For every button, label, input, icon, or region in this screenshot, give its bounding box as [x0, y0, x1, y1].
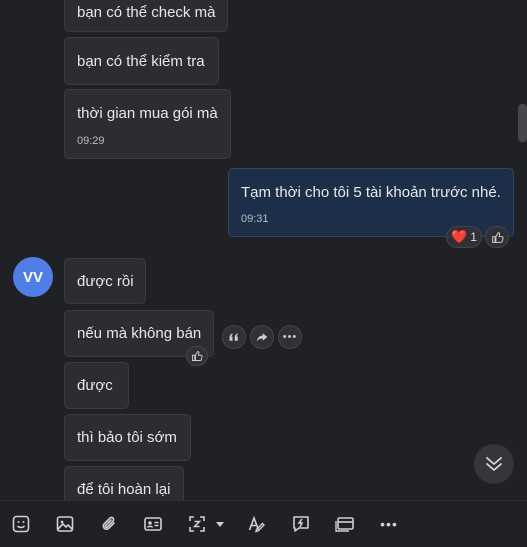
- heart-reaction[interactable]: ❤️ 1: [446, 226, 482, 248]
- text-format-icon: [247, 514, 267, 534]
- like-button[interactable]: [485, 226, 509, 248]
- scrollbar[interactable]: [518, 104, 527, 142]
- message-text: được rồi: [77, 273, 134, 290]
- heart-icon: ❤️: [451, 229, 468, 244]
- chat-area: bạn có thể check mà bạn có thể kiểm tra …: [0, 0, 527, 500]
- message-bubble[interactable]: thời gian mua gói mà 09:29: [64, 89, 231, 159]
- double-chevron-down-icon: [483, 453, 505, 475]
- attach-button[interactable]: [97, 512, 121, 536]
- message-text: được: [77, 377, 113, 394]
- message-text: Tạm thời cho tôi 5 tài khoản trước nhé.: [241, 184, 501, 201]
- message-bubble[interactable]: để tôi hoàn lại: [64, 466, 184, 500]
- sticker-button[interactable]: [9, 512, 33, 536]
- screenshot-button[interactable]: [185, 512, 209, 536]
- more-actions-button[interactable]: •••: [278, 325, 302, 349]
- paperclip-icon: [99, 514, 119, 534]
- composer-toolbar: •••: [0, 500, 527, 547]
- image-button[interactable]: [53, 512, 77, 536]
- message-bubble[interactable]: được rồi: [64, 258, 146, 304]
- message-text: thì bảo tôi sớm: [77, 429, 177, 446]
- contact-card-icon: [143, 514, 163, 534]
- text-format-button[interactable]: [245, 512, 269, 536]
- contact-card-button[interactable]: [141, 512, 165, 536]
- message-bubble[interactable]: bạn có thể kiểm tra: [64, 37, 219, 85]
- more-icon: •••: [380, 516, 398, 532]
- message-text: nếu mà không bán: [77, 325, 202, 342]
- avatar-initials: VV: [22, 268, 43, 286]
- forward-icon: [256, 331, 268, 343]
- message-bubble[interactable]: được: [64, 362, 129, 409]
- screenshot-options-dropdown[interactable]: [209, 512, 231, 536]
- forward-button[interactable]: [250, 325, 274, 349]
- like-button[interactable]: [186, 346, 208, 366]
- more-icon: •••: [282, 331, 298, 343]
- image-icon: [55, 514, 75, 534]
- reaction-count: 1: [470, 230, 477, 244]
- thumbs-up-icon: [191, 350, 203, 362]
- message-text: bạn có thể kiểm tra: [77, 53, 205, 70]
- avatar[interactable]: VV: [13, 257, 53, 297]
- message-text: để tôi hoàn lại: [77, 481, 171, 498]
- more-options-button[interactable]: •••: [377, 512, 401, 536]
- transfer-button[interactable]: [333, 512, 357, 536]
- quick-message-button[interactable]: [289, 512, 313, 536]
- message-bubble[interactable]: bạn có thể check mà: [64, 0, 228, 32]
- message-text: bạn có thể check mà: [77, 4, 216, 21]
- message-bubble[interactable]: thì bảo tôi sớm: [64, 414, 191, 461]
- thumbs-up-icon: [491, 231, 504, 244]
- caret-down-icon: [214, 518, 226, 530]
- message-time: 09:31: [241, 213, 269, 225]
- quote-button[interactable]: [222, 325, 246, 349]
- lightning-chat-icon: [291, 514, 311, 534]
- card-icon: [334, 514, 356, 534]
- quote-icon: [228, 331, 240, 343]
- screenshot-icon: [187, 514, 207, 534]
- message-text: thời gian mua gói mà: [77, 105, 218, 122]
- message-time: 09:29: [77, 135, 105, 147]
- sticker-icon: [11, 514, 31, 534]
- scroll-down-button[interactable]: [474, 444, 514, 484]
